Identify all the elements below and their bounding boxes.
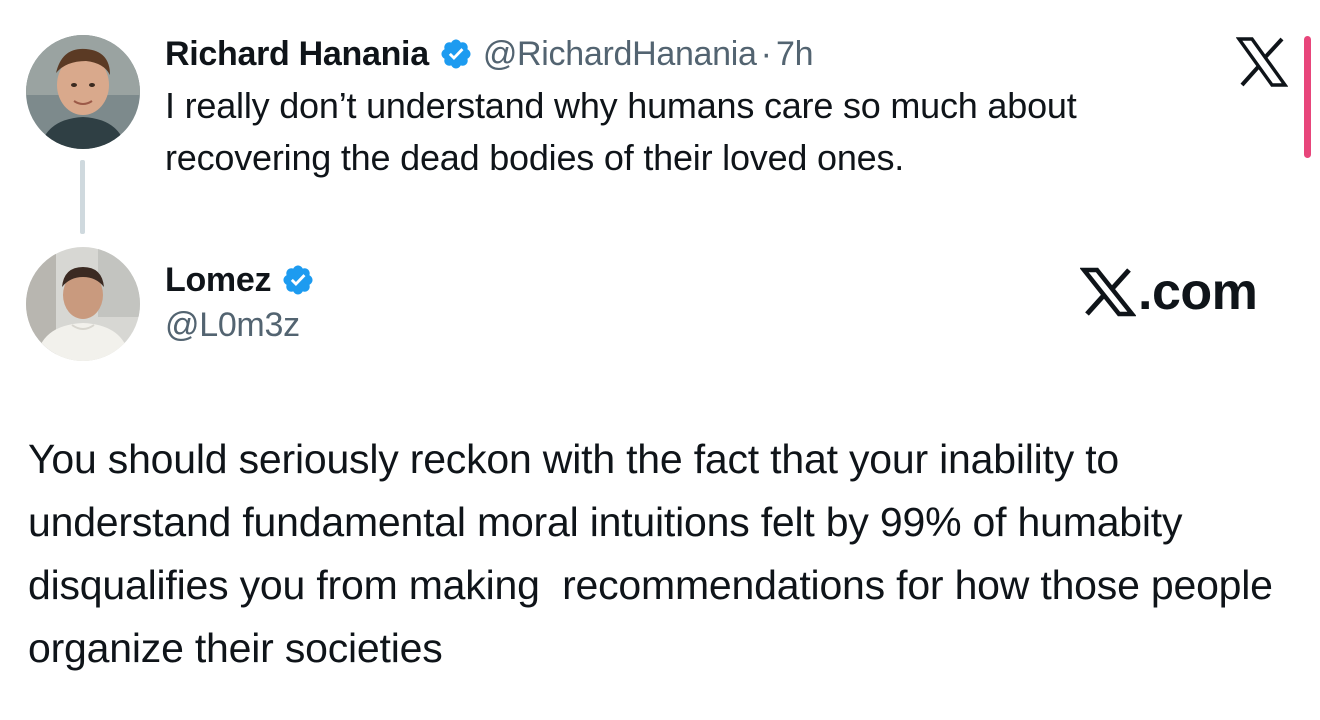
verified-badge-icon <box>281 263 315 297</box>
original-tweet-text: I really don’t understand why humans car… <box>165 85 1077 178</box>
separator-dot: · <box>760 34 772 73</box>
avatar-richard-hanania[interactable] <box>26 35 140 149</box>
avatar-lomez[interactable] <box>26 247 140 361</box>
x-logo-icon <box>1080 267 1136 317</box>
x-logo-icon[interactable] <box>1236 36 1288 88</box>
original-display-name[interactable]: Richard Hanania <box>165 35 429 74</box>
watermark-domain-text: .com <box>1138 263 1258 321</box>
x-com-watermark: .com <box>1080 262 1258 322</box>
accent-bar <box>1304 36 1311 158</box>
verified-badge-icon <box>439 37 473 71</box>
original-handle[interactable]: @RichardHanania <box>483 35 757 74</box>
reply-handle[interactable]: @L0m3z <box>165 306 300 345</box>
reply-display-name[interactable]: Lomez <box>165 261 271 300</box>
tweet-reply-header: Lomez <box>165 258 315 302</box>
thread-connector-line <box>80 160 85 234</box>
original-timestamp[interactable]: 7h <box>776 35 814 74</box>
reply-tweet-text: You should seriously reckon with the fac… <box>28 436 1284 671</box>
tweet-original-header: Richard Hanania @RichardHanania · 7h <box>165 30 813 78</box>
